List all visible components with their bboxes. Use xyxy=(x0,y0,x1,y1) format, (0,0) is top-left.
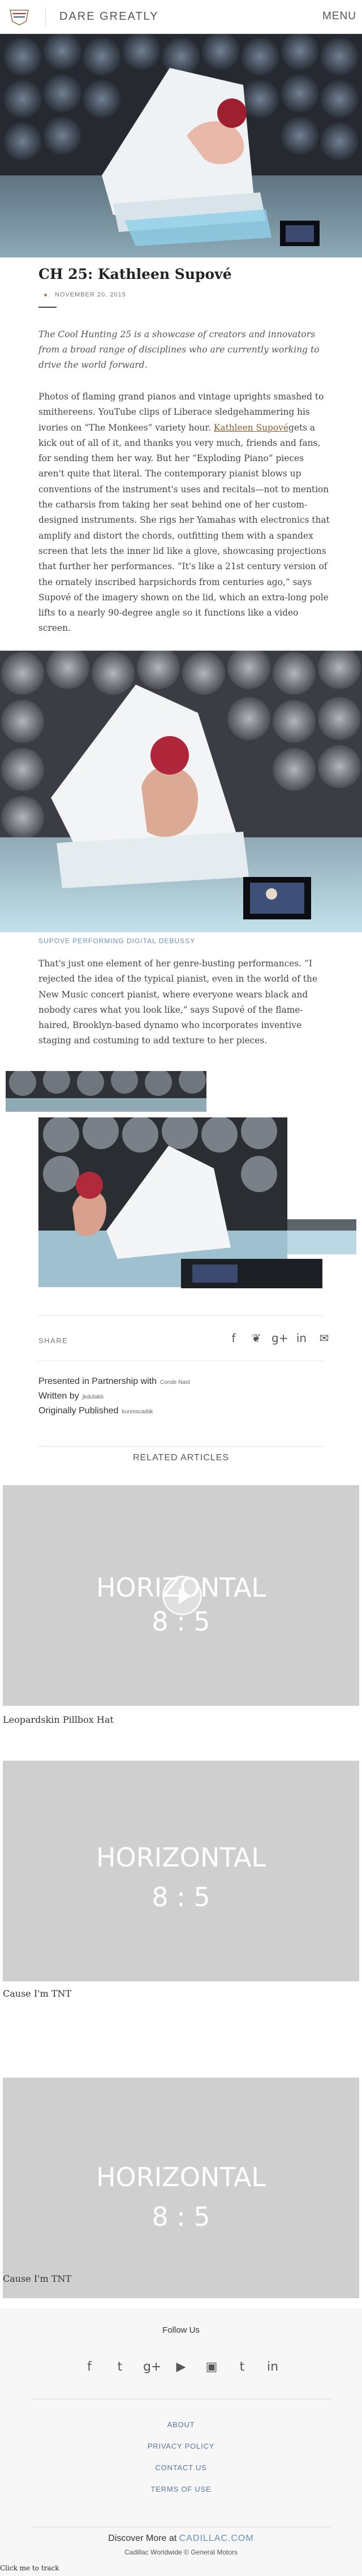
social-icons: f t g+ ▶ ▣ t in xyxy=(0,2359,362,2375)
publish-date: NOVEMBER 20, 2015 xyxy=(44,291,126,298)
related-article-title-2[interactable]: Cause I'm TNT xyxy=(3,1988,71,1999)
share-label: SHARE xyxy=(38,1336,68,1345)
share-divider-top xyxy=(38,1315,324,1316)
related-article-title-3[interactable]: Cause I'm TNT xyxy=(3,2273,71,2284)
site-header: DARE GREATLY MENU xyxy=(0,0,362,34)
title-rule xyxy=(38,307,57,308)
article-intro: The Cool Hunting 25 is a showcase of cre… xyxy=(38,329,320,370)
collage-bottom-photo xyxy=(181,1259,322,1288)
site-footer: Follow Us f t g+ ▶ ▣ t in ABOUT PRIVACY … xyxy=(0,2308,362,2576)
kathleen-supove-link[interactable]: Kathleen Supové xyxy=(214,423,288,433)
email-icon[interactable]: ✉ xyxy=(317,1331,331,1345)
partnership-credit: Presented in Partnership with Conde Nast xyxy=(38,1377,190,1386)
google-plus-icon[interactable]: g+ xyxy=(272,1331,288,1345)
play-icon[interactable] xyxy=(162,1576,202,1615)
cadillac-com-link[interactable]: CADILLAC.COM xyxy=(179,2534,254,2543)
facebook-icon[interactable]: f xyxy=(82,2359,97,2375)
footer-link-about[interactable]: ABOUT xyxy=(0,2420,362,2429)
menu-button[interactable]: MENU xyxy=(322,10,356,23)
article-paragraph-2: That's just one element of her genre-bus… xyxy=(38,958,317,1046)
header-divider xyxy=(45,7,46,27)
click-track-link[interactable]: Click me to track xyxy=(0,2564,59,2572)
article-paragraph-1: Photos of flaming grand pianos and vinta… xyxy=(38,392,330,634)
date-bullet-icon xyxy=(44,293,47,296)
published-source[interactable]: kunmscadiik xyxy=(122,1409,153,1415)
cadillac-logo[interactable] xyxy=(7,7,32,27)
author-credit: Written by jkdufakb xyxy=(38,1391,104,1401)
follow-us-label: Follow Us xyxy=(162,2325,200,2335)
photo-caption: SUPOVE PERFORMING DIGITAL DEBUSSY xyxy=(38,937,196,945)
article-title: CH 25: Kathleen Supové xyxy=(38,266,232,282)
discover-more: Discover More at CADILLAC.COM xyxy=(108,2534,254,2543)
collage-strip-top xyxy=(6,1071,206,1112)
author-name[interactable]: jkdufakb xyxy=(83,1394,104,1400)
collage-right-photo xyxy=(287,1219,356,1254)
site-title[interactable]: DARE GREATLY xyxy=(59,10,159,23)
youtube-icon[interactable]: ▶ xyxy=(174,2359,188,2375)
linkedin-icon[interactable]: in xyxy=(265,2359,280,2375)
related-article-image-2[interactable]: HORIZONTAL 8 : 5 xyxy=(3,1761,359,1981)
related-article-image-1[interactable]: HORIZONTAL 8 : 5 xyxy=(3,1485,359,1706)
related-divider xyxy=(38,1446,324,1447)
related-article-title-1[interactable]: Leopardskin Pillbox Hat xyxy=(3,1714,114,1725)
related-article-image-3[interactable]: HORIZONTAL 8 : 5 xyxy=(3,2078,359,2298)
instagram-icon[interactable]: ▣ xyxy=(204,2359,219,2375)
copyright-line: Cadillac Worldwide © General Motors xyxy=(124,2548,238,2556)
partner-name[interactable]: Conde Nast xyxy=(160,1379,190,1386)
related-articles-title: RELATED ARTICLES xyxy=(132,1453,230,1463)
performance-photo xyxy=(0,651,362,932)
facebook-icon[interactable]: f xyxy=(226,1331,241,1345)
hero-image xyxy=(0,34,362,257)
linkedin-icon[interactable]: in xyxy=(294,1331,309,1345)
footer-link-terms-of-use[interactable]: TERMS OF USE xyxy=(0,2485,362,2493)
share-icons: f ❦ g+ in ✉ xyxy=(226,1331,331,1345)
google-plus-icon[interactable]: g+ xyxy=(143,2359,161,2375)
twitter-icon[interactable]: ❦ xyxy=(249,1331,264,1345)
tumblr-icon[interactable]: t xyxy=(235,2359,249,2375)
published-credit: Originally Published kunmscadiik xyxy=(38,1406,153,1416)
footer-link-contact-us[interactable]: CONTACT US xyxy=(0,2463,362,2472)
twitter-icon[interactable]: t xyxy=(113,2359,127,2375)
footer-link-privacy-policy[interactable]: PRIVACY POLICY xyxy=(0,2442,362,2450)
